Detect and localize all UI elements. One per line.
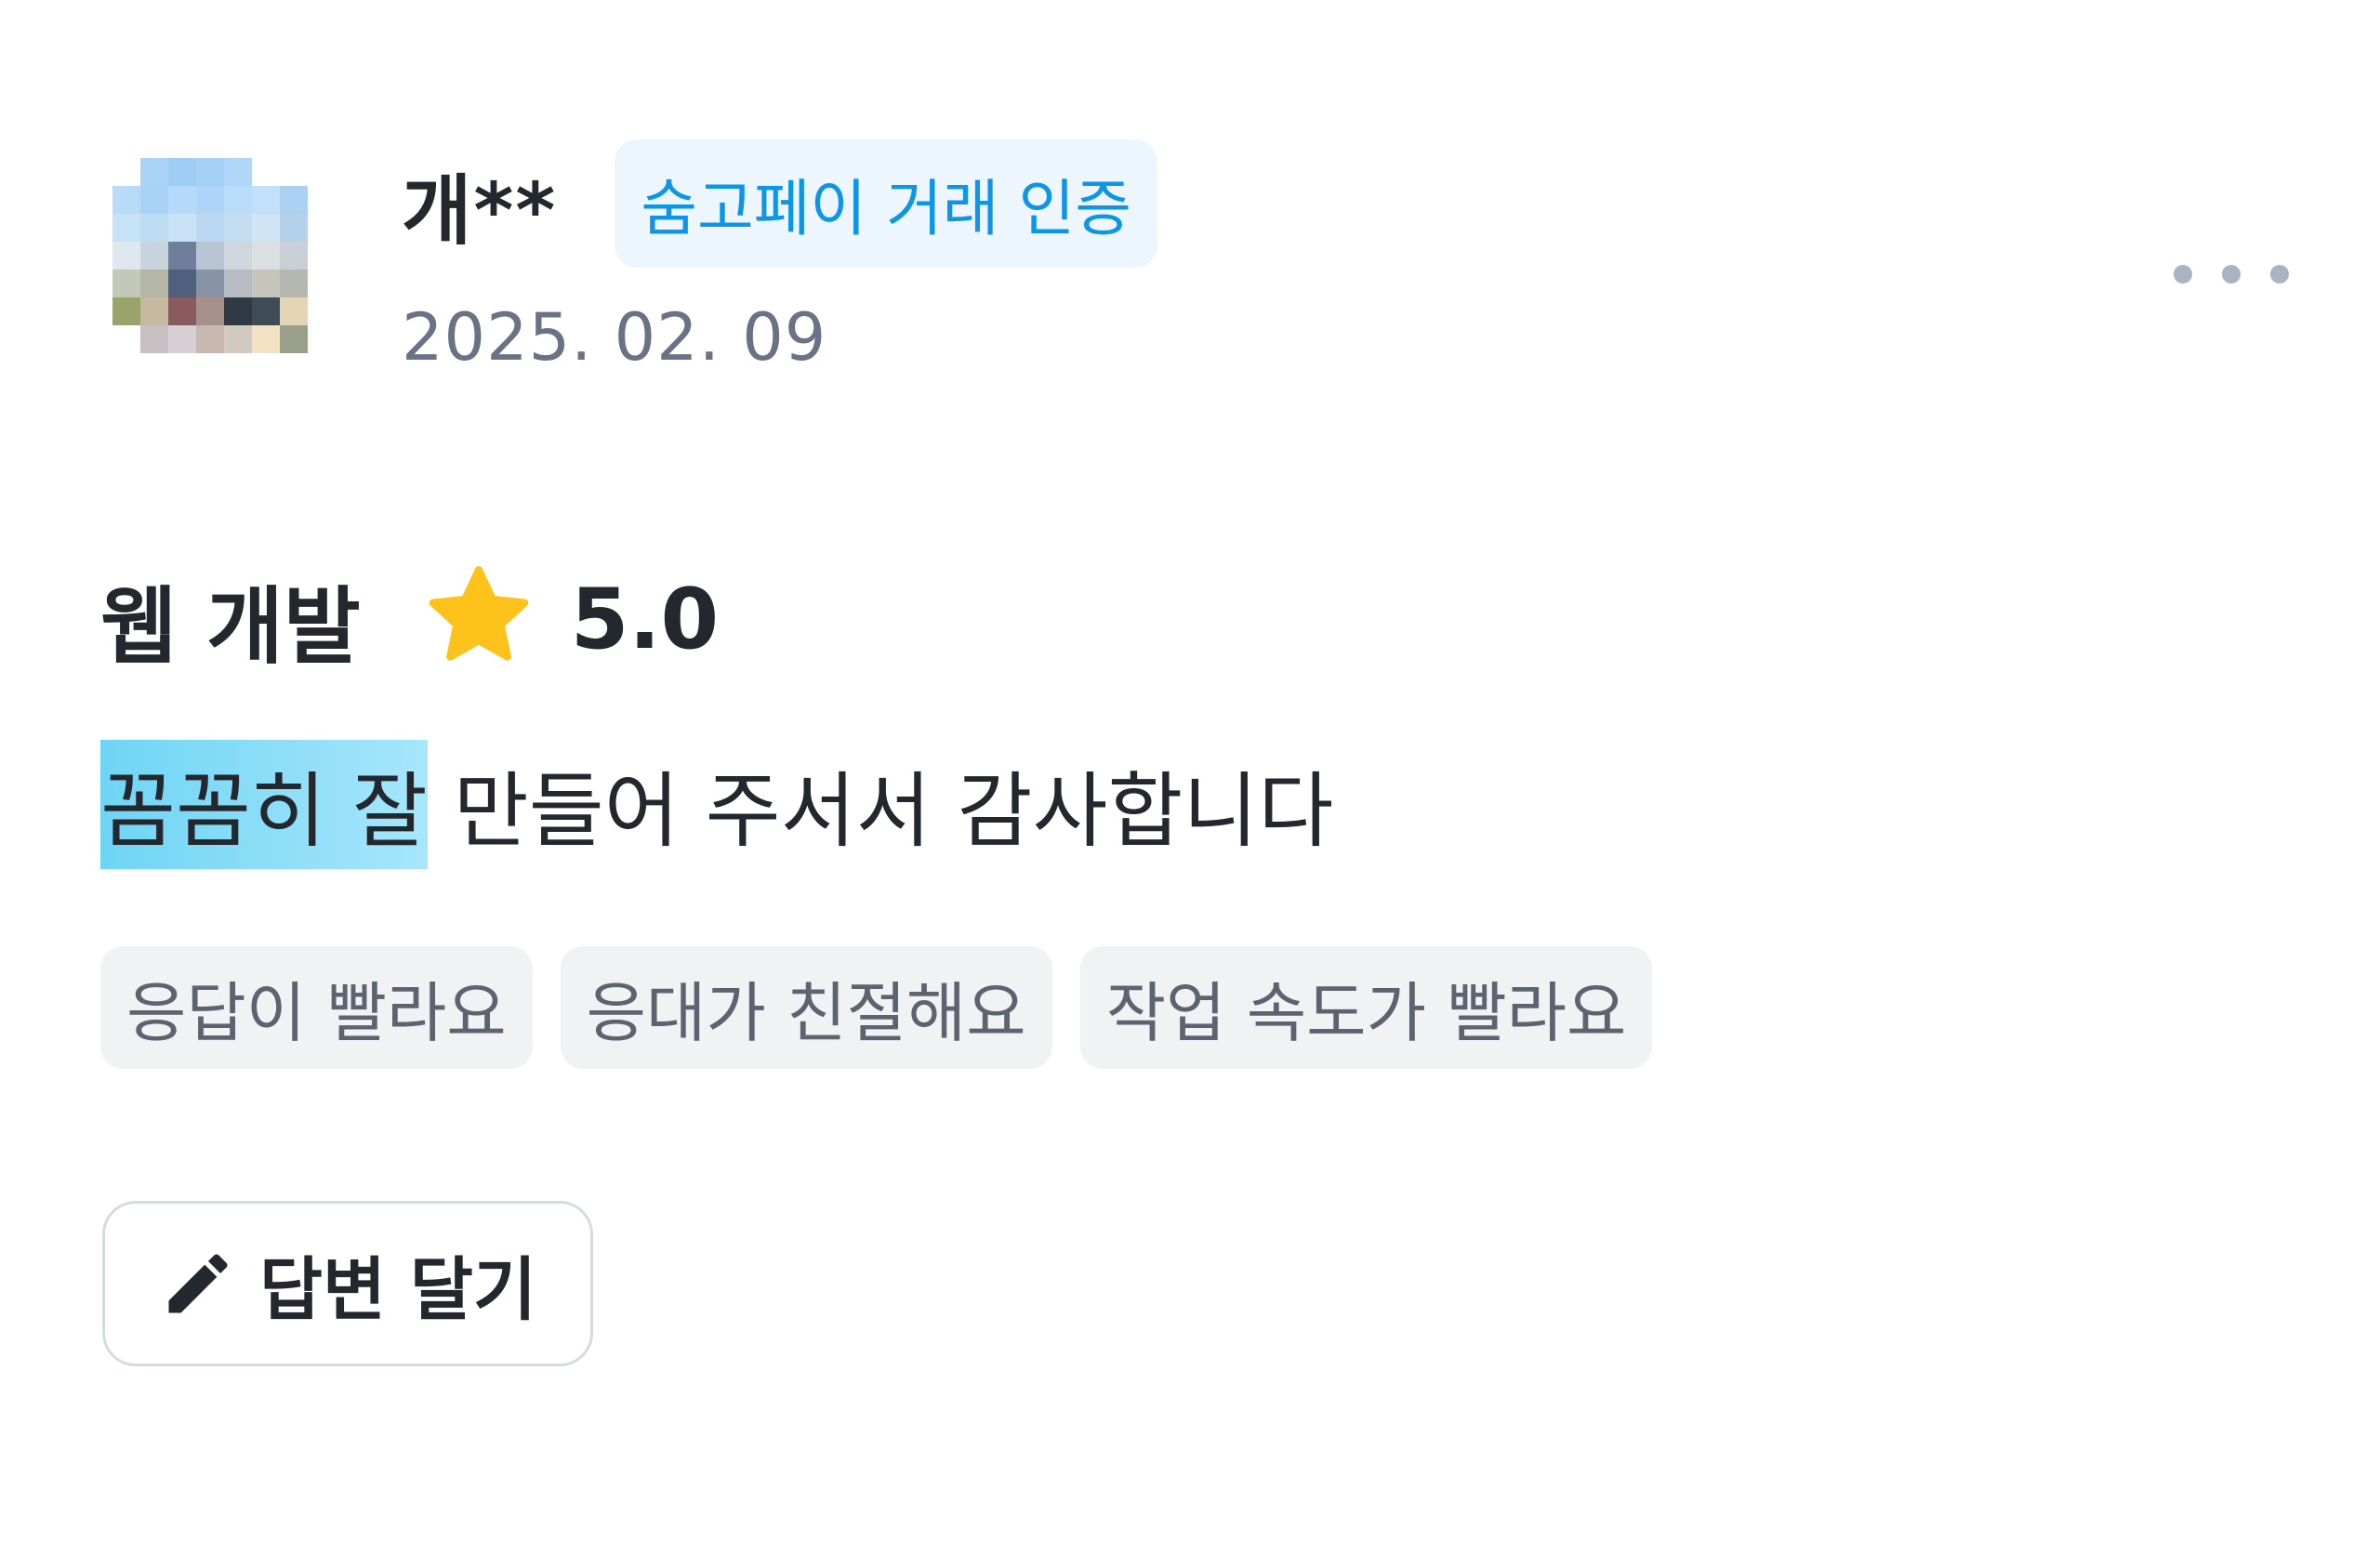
avatar-pixel [140,242,168,270]
verified-badge: 숨고페이 거래 인증 [615,139,1157,268]
avatar-pixel [252,186,280,214]
review-date: 2025. 02. 09 [402,299,827,376]
avatar-pixel [112,158,140,186]
avatar-pixel [168,186,196,214]
service-name: 웹 개발 [100,578,361,676]
avatar-pixel [224,242,252,270]
tag-fast-work: 작업 속도가 빨라요 [1079,946,1653,1069]
avatar-pixel [252,242,280,270]
avatar-pixel [196,325,224,353]
reply-button[interactable]: 답변 달기 [102,1201,593,1366]
avatar-pixel [168,270,196,297]
username: 개** [402,166,558,256]
more-options-button[interactable] [2174,251,2289,297]
tag-kind-service: 응대가 친절해요 [560,946,1052,1069]
avatar-pixel [112,297,140,325]
avatar-pixel [280,158,308,186]
avatar-pixel [112,353,140,381]
tag-fast-response: 응답이 빨라요 [100,946,533,1069]
avatar-pixel [224,270,252,297]
rating-row: 웹 개발 5.0 [100,558,719,680]
avatar-pixel [140,297,168,325]
more-dot [2222,265,2241,283]
avatar-pixel [112,242,140,270]
avatar-pixel [280,186,308,214]
avatar-pixel [252,270,280,297]
avatar-pixel [280,270,308,297]
avatar-pixel [168,325,196,353]
avatar-pixel [280,214,308,242]
avatar-pixel [140,158,168,186]
avatar-pixel [252,158,280,186]
avatar-pixel [140,186,168,214]
avatar-pixel [252,214,280,242]
reply-button-label: 답변 달기 [258,1249,537,1330]
avatar-pixel [168,242,196,270]
avatar-pixel [140,270,168,297]
avatar-pixel [196,270,224,297]
avatar-pixel [280,297,308,325]
avatar-pixel [224,214,252,242]
avatar-pixel [252,325,280,353]
avatar-pixel [168,297,196,325]
avatar-pixel [196,214,224,242]
avatar-pixel [224,353,252,381]
author-row: 개** 숨고페이 거래 인증 [402,139,1157,268]
avatar-pixel [224,158,252,186]
avatar-pixel [224,325,252,353]
pencil-icon [168,1254,228,1313]
avatar-pixel [196,353,224,381]
avatar-pixel [196,158,224,186]
avatar-pixel [112,270,140,297]
avatar-pixel [280,242,308,270]
review-text-rest: 만들어 주서서 감사합니다 [427,762,1334,859]
review-text-highlighted: 꼼꼼히 잘 [100,739,428,869]
rating-score: 5.0 [570,570,720,668]
avatar-pixel [168,353,196,381]
review-text: 꼼꼼히 잘 만들어 주서서 감사합니다 [100,739,1334,869]
avatar-pixel [196,242,224,270]
avatar-pixel [112,186,140,214]
star-icon [429,566,529,661]
avatar-pixel [308,186,336,214]
avatar-pixel [196,186,224,214]
avatar-pixel [308,270,336,297]
avatar-pixel [168,214,196,242]
avatar-pixel [168,158,196,186]
avatar-pixel [308,214,336,242]
avatar-pixel [112,325,140,353]
avatar [112,158,336,381]
more-dot [2270,265,2289,283]
avatar-pixel [308,325,336,353]
avatar-pixel [224,297,252,325]
avatar-pixel [140,214,168,242]
avatar-pixel [140,325,168,353]
more-horizontal-icon [2174,265,2192,283]
avatar-pixel [252,353,280,381]
avatar-pixel [308,297,336,325]
avatar-pixel [112,214,140,242]
avatar-pixel [308,353,336,381]
avatar-pixel [308,158,336,186]
avatar-pixel [308,242,336,270]
avatar-pixel [280,325,308,353]
avatar-pixel [252,297,280,325]
tag-list: 응답이 빨라요 응대가 친절해요 작업 속도가 빨라요 [100,946,1653,1069]
avatar-pixel [196,297,224,325]
avatar-pixel [140,353,168,381]
avatar-pixel [280,353,308,381]
avatar-pixel [224,186,252,214]
